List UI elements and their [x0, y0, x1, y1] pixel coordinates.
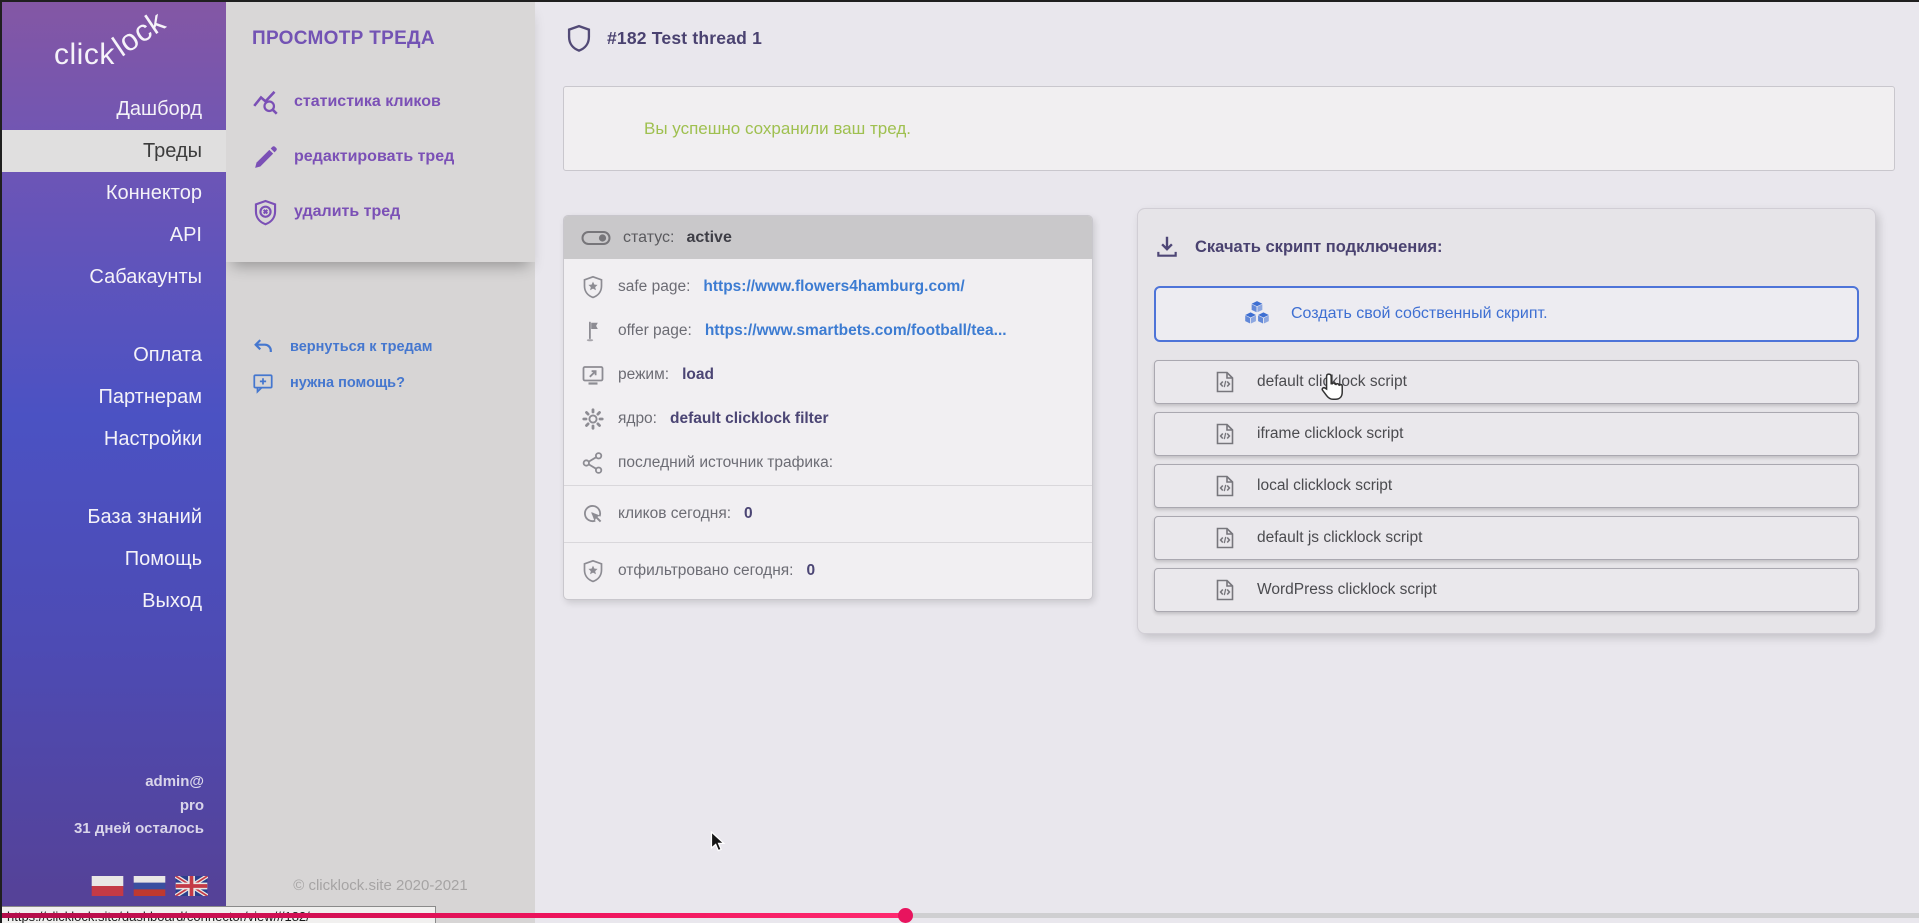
code-file-icon [1213, 474, 1237, 498]
flag-gb-icon[interactable] [175, 876, 208, 896]
video-frame-edge-left [0, 0, 2, 923]
gear-icon [581, 407, 605, 431]
button-default-script[interactable]: default clicklock script [1154, 360, 1859, 404]
shield-icon [565, 22, 593, 54]
shield-star-icon [581, 275, 605, 299]
logo-text-click: click [54, 38, 115, 72]
mouse-hand-cursor [1318, 371, 1348, 404]
toggle-icon [581, 229, 611, 247]
menu-item-edit-thread[interactable]: редактировать тред [252, 140, 454, 174]
status-header: статус: active [564, 216, 1092, 259]
video-frame-edge-top [0, 0, 1919, 2]
download-panel-header: Скачать скрипт подключения: [1154, 231, 1859, 263]
logo-text-lock: lock [107, 5, 172, 64]
sidebar-item-connector[interactable]: Коннектор [0, 172, 226, 214]
share-icon [581, 451, 605, 475]
code-file-icon [1213, 578, 1237, 602]
sidebar-item-logout[interactable]: Выход [0, 580, 226, 622]
row-core: ядро: default clicklock filter [564, 397, 1092, 441]
shield-x-icon [252, 199, 279, 226]
link-need-help[interactable]: нужна помощь? [252, 370, 433, 396]
row-safe-page: safe page: https://www.flowers4hamburg.c… [564, 265, 1092, 309]
sidebar-item-settings[interactable]: Настройки [0, 418, 226, 460]
row-mode: режим: load [564, 353, 1092, 397]
click-icon [581, 502, 605, 526]
code-file-icon [1213, 422, 1237, 446]
flag-ru-icon[interactable] [133, 876, 166, 896]
status-value: active [686, 229, 731, 247]
clicks-today-value: 0 [744, 505, 753, 523]
status-card-body: safe page: https://www.flowers4hamburg.c… [564, 259, 1092, 599]
row-offer-page: offer page: https://www.smartbets.com/fo… [564, 309, 1092, 353]
panel-title: ПРОСМОТР ТРЕДА [252, 28, 435, 50]
download-icon [1154, 234, 1180, 260]
sidebar-item-subaccounts[interactable]: Сабакаунты [0, 256, 226, 298]
code-file-icon [1213, 526, 1237, 550]
page-title: #182 Test thread 1 [607, 28, 762, 49]
status-label: статус: [623, 229, 674, 247]
button-create-own-script[interactable]: Создать свой собственный скрипт. [1154, 286, 1859, 342]
download-scripts-panel: Скачать скрипт подключения: Создать свой… [1137, 208, 1876, 634]
account-plan: pro [0, 794, 204, 818]
screen-arrow-icon [581, 363, 605, 387]
video-progress-remaining [905, 913, 1919, 918]
sidebar: click lock Дашборд Треды Коннектор API С… [0, 0, 226, 923]
thread-status-card: статус: active safe page: https://www.fl… [563, 215, 1093, 600]
code-file-icon [1213, 370, 1237, 394]
thread-menu: статистика кликов редактировать тред уда… [252, 85, 454, 250]
copyright: © clicklock.site 2020-2021 [226, 877, 535, 894]
stats-search-icon [252, 89, 279, 116]
flag-pl-icon[interactable] [91, 876, 124, 896]
link-back-to-threads[interactable]: вернуться к тредам [252, 334, 433, 360]
sidebar-item-payment[interactable]: Оплата [0, 334, 226, 376]
sidebar-item-dashboard[interactable]: Дашборд [0, 88, 226, 130]
button-wordpress-script[interactable]: WordPress clicklock script [1154, 568, 1859, 612]
undo-icon [252, 336, 274, 358]
mouse-arrow-cursor [710, 831, 730, 853]
video-progress-knob[interactable] [898, 908, 913, 923]
download-panel-title: Скачать скрипт подключения: [1195, 238, 1442, 257]
menu-item-delete-thread[interactable]: удалить тред [252, 195, 454, 229]
pencil-icon [252, 144, 279, 171]
button-iframe-script[interactable]: iframe clicklock script [1154, 412, 1859, 456]
flag-icon [581, 319, 605, 343]
button-local-script[interactable]: local clicklock script [1154, 464, 1859, 508]
button-default-js-script[interactable]: default js clicklock script [1154, 516, 1859, 560]
sidebar-item-threads[interactable]: Треды [0, 130, 226, 172]
safe-page-link[interactable]: https://www.flowers4hamburg.com/ [703, 278, 964, 296]
account-info: admin@ pro 31 дней осталось [0, 770, 226, 841]
account-email: admin@ [0, 770, 204, 794]
shield-star-icon [581, 559, 605, 583]
row-clicks-today: кликов сегодня: 0 [564, 485, 1092, 542]
clicklock-logo[interactable]: click lock [0, 16, 226, 86]
core-value: default clicklock filter [670, 410, 829, 428]
cubes-icon [1242, 300, 1272, 328]
sidebar-item-help[interactable]: Помощь [0, 538, 226, 580]
sidebar-item-partners[interactable]: Партнерам [0, 376, 226, 418]
thread-title-row: #182 Test thread 1 [565, 20, 762, 56]
video-progress-bar[interactable] [0, 913, 1919, 918]
success-message: Вы успешно сохранили ваш тред. [644, 119, 911, 139]
video-progress-fill [0, 913, 905, 918]
comment-plus-icon [252, 372, 274, 394]
offer-page-link[interactable]: https://www.smartbets.com/football/tea..… [705, 322, 1007, 340]
mode-value: load [682, 366, 714, 384]
menu-item-click-stats[interactable]: статистика кликов [252, 85, 454, 119]
account-days-left: 31 дней осталось [0, 817, 204, 841]
row-last-traffic-source: последний источник трафика: [564, 441, 1092, 485]
sidebar-nav: Дашборд Треды Коннектор API Сабакаунты О… [0, 88, 226, 622]
sidebar-item-api[interactable]: API [0, 214, 226, 256]
row-filtered-today: отфильтровано сегодня: 0 [564, 542, 1092, 599]
success-alert: Вы успешно сохранили ваш тред. [563, 86, 1895, 171]
filtered-today-value: 0 [806, 562, 815, 580]
sidebar-item-knowledge-base[interactable]: База знаний [0, 496, 226, 538]
thread-view-panel: ПРОСМОТР ТРЕДА статистика кликов редакти… [226, 0, 535, 923]
language-switcher [0, 876, 226, 896]
thread-links: вернуться к тредам нужна помощь? [252, 334, 433, 406]
